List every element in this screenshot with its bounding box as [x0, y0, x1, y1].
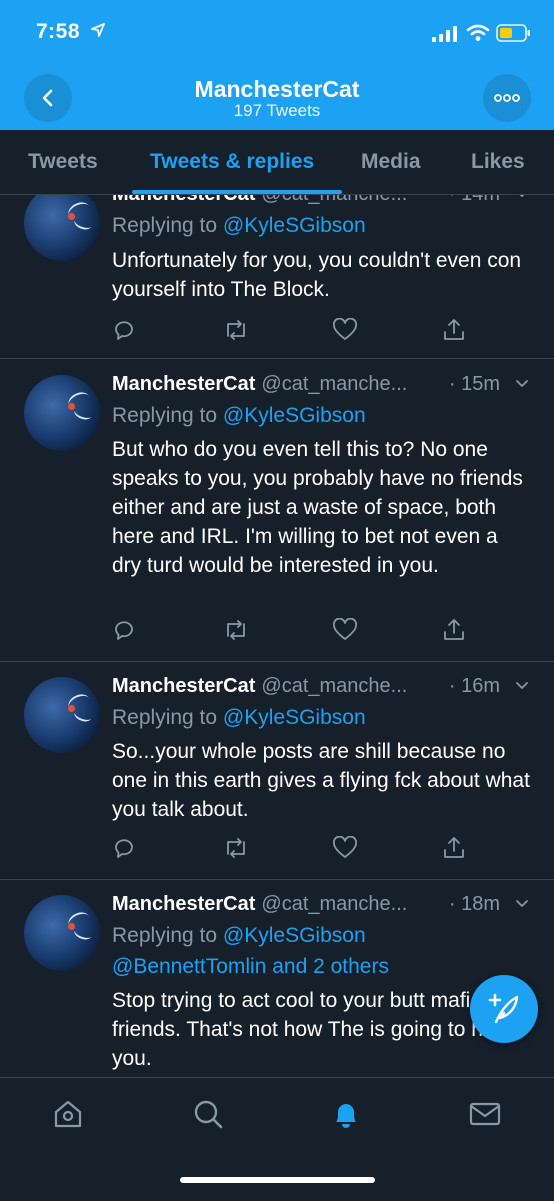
tweet-text: But who do you even tell this to? No one… — [112, 438, 523, 577]
status-bar: 7:58 — [0, 18, 554, 52]
location-arrow-icon — [91, 23, 105, 37]
replying-to: Replying to @KyleSGibson — [112, 706, 366, 730]
chevron-down-icon[interactable] — [514, 896, 530, 912]
tweet-author-handle: @cat_manche... — [261, 195, 407, 205]
tweet-header: ManchesterCat @cat_manche... · 18m — [112, 893, 532, 916]
retweet-icon[interactable] — [222, 618, 250, 642]
tab-media[interactable]: Media — [361, 150, 421, 174]
tweet-timestamp: · 15m — [448, 373, 500, 395]
tweet-count: 197 Tweets — [233, 101, 321, 120]
tweet-author-handle: @cat_manche... — [261, 373, 408, 395]
replying-to: Replying to @KyleSGibson — [112, 404, 366, 428]
share-icon[interactable] — [442, 836, 466, 860]
status-time: 7:58 — [36, 20, 81, 43]
tweet-text: Unfortunately for you, you couldn't even… — [112, 249, 522, 301]
tweet-header: ManchesterCat @cat_manche... · 15m — [112, 373, 532, 396]
chevron-down-icon[interactable] — [514, 376, 530, 392]
replying-to-prefix: Replying to — [112, 404, 223, 427]
reply-icon[interactable] — [112, 836, 136, 860]
share-icon[interactable] — [442, 318, 466, 342]
tweet-actions — [112, 318, 532, 344]
profile-header: 7:58 ManchesterCat 197 Tweets — [0, 0, 554, 130]
like-heart-icon[interactable] — [332, 618, 358, 642]
messages-envelope-icon[interactable] — [468, 1098, 502, 1130]
like-heart-icon[interactable] — [332, 318, 358, 342]
reply-icon[interactable] — [112, 618, 136, 642]
replying-to-prefix: Replying to — [112, 924, 223, 947]
tweet-author-name[interactable]: ManchesterCat — [112, 195, 255, 205]
tab-tweets[interactable]: Tweets — [28, 150, 98, 174]
tweet-header: ManchesterCat @cat_manche... · 14m — [112, 195, 532, 206]
share-icon[interactable] — [442, 618, 466, 642]
mention-link[interactable]: @KyleSGibson — [223, 404, 366, 427]
tweet-timestamp: · 16m — [448, 675, 500, 697]
compose-tweet-icon — [488, 993, 519, 1024]
tweet-header: ManchesterCat @cat_manche... · 16m — [112, 675, 532, 698]
cellular-signal-icon — [432, 26, 457, 42]
replying-to: Replying to @KyleSGibson — [112, 214, 366, 238]
reply-icon[interactable] — [112, 318, 136, 342]
active-tab-indicator — [132, 190, 342, 194]
tweet-feed[interactable]: ManchesterCat @cat_manche... · 14m Replyi… — [0, 195, 554, 1075]
notifications-bell-icon[interactable] — [330, 1098, 362, 1130]
tweet-text: Stop trying to act cool to your butt maf… — [112, 989, 507, 1070]
tab-tweets-and-replies[interactable]: Tweets & replies — [150, 150, 314, 174]
compose-tweet-button[interactable] — [470, 975, 538, 1043]
tweet-actions — [112, 618, 532, 644]
tweet-item[interactable]: ManchesterCat @cat_manche... · 16m Replyi… — [0, 661, 554, 880]
replying-to-prefix: Replying to — [112, 214, 223, 237]
avatar[interactable] — [24, 375, 100, 451]
mention-link[interactable]: @KyleSGibson — [223, 214, 366, 237]
home-indicator[interactable] — [180, 1177, 375, 1183]
tweet-author-handle: @cat_manche... — [261, 675, 408, 697]
tweet-text: So...your whole posts are shill because … — [112, 740, 530, 821]
home-icon[interactable] — [52, 1098, 84, 1130]
profile-tabs: Tweets Tweets & replies Media Likes — [0, 130, 554, 195]
mention-link[interactable]: @KyleSGibson — [223, 924, 366, 947]
like-heart-icon[interactable] — [332, 836, 358, 860]
mention-link[interactable]: @BennettTomlin and 2 others — [112, 955, 389, 979]
wifi-icon — [466, 24, 490, 41]
tweet-actions — [112, 836, 532, 862]
avatar[interactable] — [24, 677, 100, 753]
tweet-author-name[interactable]: ManchesterCat — [112, 675, 255, 697]
search-icon[interactable] — [192, 1098, 224, 1130]
chevron-down-icon[interactable] — [514, 678, 530, 694]
tweet-author-handle: @cat_manche... — [261, 893, 408, 915]
tweet-author-name[interactable]: ManchesterCat — [112, 373, 255, 395]
replying-to: Replying to @KyleSGibson — [112, 924, 366, 948]
avatar[interactable] — [24, 895, 100, 971]
more-options-button[interactable] — [483, 74, 531, 122]
more-dots-icon — [494, 94, 520, 102]
retweet-icon[interactable] — [222, 836, 250, 860]
tweet-author-name[interactable]: ManchesterCat — [112, 893, 255, 915]
battery-icon — [496, 24, 530, 42]
retweet-icon[interactable] — [222, 318, 250, 342]
replying-to-prefix: Replying to — [112, 706, 223, 729]
tweet-item[interactable]: ManchesterCat @cat_manche... · 14m Replyi… — [0, 195, 554, 359]
mention-link[interactable]: @KyleSGibson — [223, 706, 366, 729]
avatar[interactable] — [24, 195, 100, 261]
chevron-down-icon[interactable] — [514, 195, 530, 202]
tweet-timestamp: · 14m — [449, 195, 500, 206]
tweet-item[interactable]: ManchesterCat @cat_manche... · 15m Replyi… — [0, 358, 554, 662]
tweet-item[interactable]: ManchesterCat @cat_manche... · 18m Replyi… — [0, 879, 554, 1075]
tab-likes[interactable]: Likes — [471, 150, 525, 174]
tweet-timestamp: · 18m — [448, 893, 500, 915]
profile-name-title: ManchesterCat — [194, 76, 360, 102]
